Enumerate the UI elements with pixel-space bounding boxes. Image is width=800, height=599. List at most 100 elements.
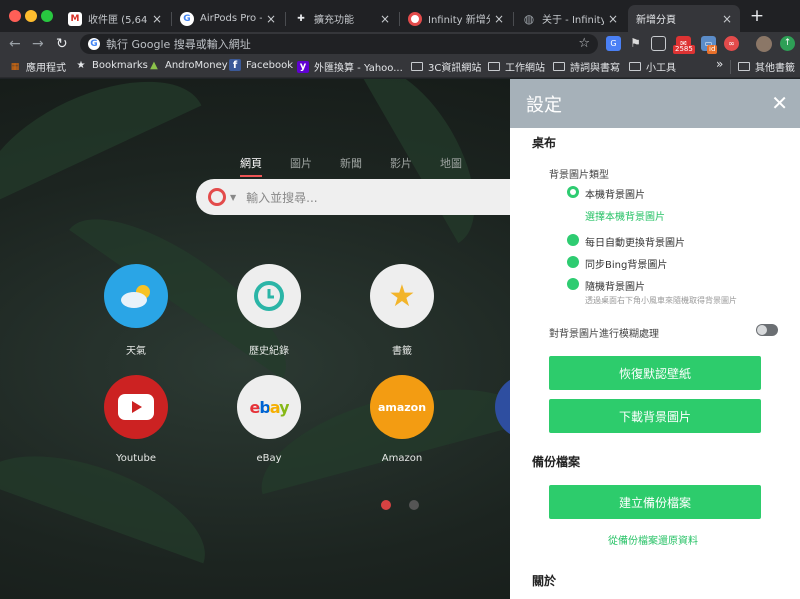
bookmark-label: 詩詞與書寫 bbox=[570, 63, 620, 74]
infinity-extension-icon[interactable]: ∞ bbox=[724, 36, 739, 51]
app-label: 歷史紀錄 bbox=[249, 346, 289, 357]
option-bing-background[interactable]: 同步Bing背景圖片 bbox=[585, 256, 667, 271]
app-history[interactable]: 歷史紀錄 bbox=[229, 264, 309, 357]
tab-strip: M 收件匣 (5,643) - × G AirPods Pro - Go × ✚… bbox=[0, 0, 800, 32]
option-random-background[interactable]: 隨機背景圖片 bbox=[585, 278, 645, 293]
radio-local-background[interactable] bbox=[567, 186, 579, 198]
tab-extensions[interactable]: ✚ 擴充功能 × bbox=[286, 5, 398, 32]
tab-airpods[interactable]: G AirPods Pro - Go × bbox=[172, 5, 284, 32]
search-tab-web[interactable]: 網頁 bbox=[240, 155, 262, 177]
restore-default-wallpaper-button[interactable]: 恢復默認壁紙 bbox=[549, 356, 761, 390]
radio-random-background[interactable] bbox=[567, 278, 579, 290]
bookmarks-overflow-button[interactable]: » bbox=[716, 57, 723, 71]
tab-title: 关于 - Infinity 的 bbox=[542, 15, 604, 26]
new-tab-button[interactable]: + bbox=[748, 6, 766, 26]
folder-icon bbox=[488, 61, 500, 73]
folder-icon bbox=[411, 61, 423, 73]
folder-icon bbox=[553, 61, 565, 73]
close-tab-icon[interactable]: × bbox=[152, 12, 162, 26]
reload-icon[interactable]: ↻ bbox=[56, 35, 68, 53]
app-label: 天氣 bbox=[126, 346, 146, 357]
random-background-hint: 透過桌面右下角小風車來隨機取得背景圖片 bbox=[585, 296, 737, 305]
close-tab-icon[interactable]: × bbox=[380, 12, 390, 26]
browser-window: M 收件匣 (5,643) - × G AirPods Pro - Go × ✚… bbox=[0, 0, 800, 599]
ebay-logo-text: ebay bbox=[249, 397, 289, 417]
search-tab-images[interactable]: 圖片 bbox=[290, 155, 312, 177]
tab-infinity[interactable]: Infinity 新增分頁 × bbox=[400, 5, 512, 32]
search-placeholder: 輸入並搜尋... bbox=[246, 190, 318, 205]
radio-bing-background[interactable] bbox=[567, 256, 579, 268]
tab-title: 擴充功能 bbox=[314, 15, 354, 26]
profile-avatar[interactable] bbox=[756, 36, 772, 52]
option-local-background[interactable]: 本機背景圖片 bbox=[585, 186, 645, 201]
mail-badge: 2585 bbox=[673, 45, 695, 54]
app-ebay[interactable]: ebay eBay bbox=[229, 375, 309, 464]
bookmark-andromoney[interactable]: ▲ AndroMoney bbox=[148, 59, 228, 71]
close-icon[interactable]: ✕ bbox=[771, 92, 788, 114]
bookmark-facebook[interactable]: f Facebook bbox=[229, 59, 293, 71]
forward-arrow-icon[interactable]: → bbox=[32, 35, 44, 53]
radio-daily-background[interactable] bbox=[567, 234, 579, 246]
app-amazon[interactable]: amazon Amazon bbox=[362, 375, 442, 464]
choose-local-background-link[interactable]: 選擇本機背景圖片 bbox=[585, 208, 665, 223]
bookmarks-bar: ▦ 應用程式 ★ Bookmarks ▲ AndroMoney f Facebo… bbox=[0, 56, 800, 78]
search-tab-news[interactable]: 新聞 bbox=[340, 155, 362, 177]
flag-extension-icon[interactable]: ⚑ bbox=[628, 36, 643, 51]
close-tab-icon[interactable]: × bbox=[494, 12, 504, 26]
close-tab-icon[interactable]: × bbox=[722, 12, 732, 26]
close-tab-icon[interactable]: × bbox=[608, 12, 618, 26]
app-weather[interactable]: 天氣 bbox=[96, 264, 176, 357]
create-backup-button[interactable]: 建立備份檔案 bbox=[549, 485, 761, 519]
tab-title: 新增分頁 bbox=[636, 15, 676, 26]
page-dot-2[interactable] bbox=[409, 500, 419, 510]
search-type-tabs: 網頁 圖片 新聞 影片 地圖 bbox=[240, 155, 462, 177]
bookmark-folder-other[interactable]: 其他書籤 bbox=[738, 59, 795, 74]
restore-from-backup-link[interactable]: 從備份檔案還原資料 bbox=[608, 532, 698, 547]
tab-gmail[interactable]: M 收件匣 (5,643) - × bbox=[60, 5, 170, 32]
bookmark-star-icon[interactable]: ☆ bbox=[578, 36, 590, 51]
minimize-window-button[interactable] bbox=[25, 10, 37, 22]
search-input[interactable]: ▼ 輸入並搜尋... bbox=[196, 179, 526, 215]
option-daily-background[interactable]: 每日自動更換背景圖片 bbox=[585, 234, 685, 249]
bookmark-yahoo[interactable]: y 外匯換算 - Yahoo... bbox=[297, 59, 403, 74]
backup-section-title: 備份檔案 bbox=[532, 455, 581, 469]
page-dot-1[interactable] bbox=[381, 500, 391, 510]
tab-new-tab[interactable]: 新增分頁 × bbox=[628, 5, 740, 32]
search-tab-videos[interactable]: 影片 bbox=[390, 155, 412, 177]
clock-icon bbox=[237, 264, 301, 328]
address-bar[interactable]: G 執行 Google 搜尋或輸入網址 ☆ bbox=[80, 34, 598, 54]
back-arrow-icon[interactable]: ← bbox=[9, 35, 21, 53]
close-window-button[interactable] bbox=[9, 10, 21, 22]
bookmark-apps[interactable]: ▦ 應用程式 bbox=[9, 59, 66, 75]
bookmark-folder-tools[interactable]: 小工具 bbox=[629, 59, 676, 74]
settings-title: 設定 bbox=[526, 94, 562, 116]
yahoo-icon: y bbox=[297, 60, 309, 73]
youtube-icon bbox=[104, 375, 168, 439]
update-icon[interactable]: ↑ bbox=[780, 36, 795, 51]
translate-extension-icon[interactable]: G bbox=[606, 36, 621, 51]
close-tab-icon[interactable]: × bbox=[266, 12, 276, 26]
bookmark-folder-work[interactable]: 工作網站 bbox=[488, 59, 545, 74]
app-youtube[interactable]: Youtube bbox=[96, 375, 176, 464]
bookmark-folder-poetry[interactable]: 詩詞與書寫 bbox=[553, 59, 620, 74]
window-extension-icon[interactable] bbox=[651, 36, 666, 51]
search-tab-maps[interactable]: 地圖 bbox=[440, 155, 462, 177]
fullscreen-window-button[interactable] bbox=[41, 10, 53, 22]
settings-header: 設定 ✕ bbox=[510, 79, 800, 128]
chevron-down-icon[interactable]: ▼ bbox=[230, 193, 236, 202]
tab-title: Infinity 新增分頁 bbox=[428, 15, 490, 26]
star-icon: ★ bbox=[76, 59, 86, 71]
toolbar: ← → ↻ G 執行 Google 搜尋或輸入網址 ☆ G ⚑ ✉ 2585 ▭… bbox=[0, 32, 800, 56]
bookmark-label: 其他書籤 bbox=[755, 63, 795, 74]
puzzle-icon: ✚ bbox=[297, 13, 305, 24]
search-engine-icon[interactable] bbox=[208, 188, 226, 206]
app-label: Youtube bbox=[116, 453, 156, 464]
download-background-button[interactable]: 下載背景圖片 bbox=[549, 399, 761, 433]
bookmark-folder-3c[interactable]: 3C資訊網站 bbox=[411, 59, 481, 74]
bookmark-bookmarks[interactable]: ★ Bookmarks bbox=[75, 59, 148, 71]
app-bookmarks[interactable]: ★ 書籤 bbox=[362, 264, 442, 357]
facebook-icon: f bbox=[229, 59, 241, 71]
folder-icon bbox=[629, 61, 641, 73]
blur-background-toggle[interactable] bbox=[756, 324, 778, 336]
tab-about-infinity[interactable]: ◍ 关于 - Infinity 的 × bbox=[514, 5, 626, 32]
